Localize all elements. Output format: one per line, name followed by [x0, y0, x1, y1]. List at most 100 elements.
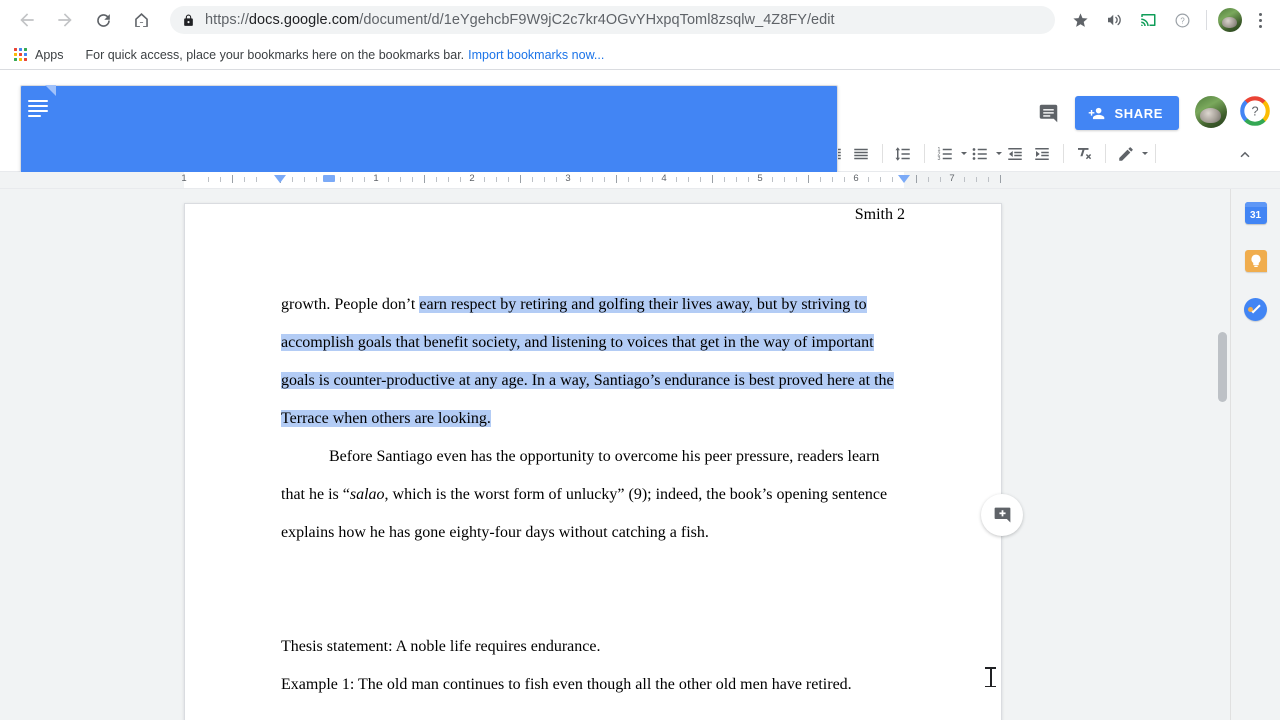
- numbered-list-button[interactable]: 1 2 3: [932, 140, 959, 167]
- ruler-number: 5: [757, 173, 763, 184]
- outline-example-1[interactable]: Example 1: The old man continues to fish…: [281, 666, 905, 704]
- right-indent-marker[interactable]: [898, 175, 910, 183]
- first-line-indent-marker[interactable]: [323, 175, 335, 182]
- decrease-indent-button[interactable]: [1002, 140, 1029, 167]
- address-bar[interactable]: https://docs.google.com/document/d/1eYge…: [170, 6, 1055, 34]
- increase-indent-button[interactable]: [1029, 140, 1056, 167]
- keep-bulb-icon: [1244, 250, 1267, 272]
- omnibox-row: https://docs.google.com/document/d/1eYge…: [0, 0, 1280, 40]
- document-page[interactable]: Smith 2 growth. People don’t earn respec…: [184, 203, 1002, 720]
- back-button[interactable]: [12, 5, 42, 35]
- apps-label[interactable]: Apps: [35, 48, 64, 62]
- media-controls-button[interactable]: [1100, 6, 1128, 34]
- paragraph2-line-2[interactable]: that he is “salao, which is the worst fo…: [281, 476, 905, 514]
- svg-text:?: ?: [1251, 104, 1258, 119]
- import-bookmarks-link[interactable]: Import bookmarks now...: [468, 48, 604, 62]
- paragraph-continuation[interactable]: growth. People don’t earn respect by ret…: [281, 286, 905, 324]
- url-text: https://docs.google.com/document/d/1eYge…: [205, 12, 835, 28]
- toolbar-divider: [881, 144, 883, 163]
- forward-button[interactable]: [50, 5, 80, 35]
- kebab-dot: [1258, 24, 1262, 28]
- scrollbar-thumb[interactable]: [1218, 332, 1227, 402]
- browser-chrome: https://docs.google.com/document/d/1eYge…: [0, 0, 1280, 70]
- left-indent-marker[interactable]: [274, 175, 286, 183]
- selected-text-line-3: goals is counter-productive at any age. …: [281, 372, 894, 389]
- selected-line-4-row[interactable]: Terrace when others are looking.: [281, 400, 905, 438]
- calendar-day: 31: [1249, 210, 1262, 221]
- line-spacing-button[interactable]: [890, 140, 917, 167]
- outline-thesis[interactable]: Thesis statement: A noble life requires …: [281, 628, 905, 666]
- toolbar-divider: [1154, 144, 1156, 163]
- header-actions: SHARE ?: [1031, 80, 1270, 136]
- share-label: SHARE: [1114, 105, 1163, 121]
- reload-button[interactable]: [88, 5, 118, 35]
- bookmark-star-button[interactable]: [1066, 6, 1094, 34]
- chrome-profile-avatar[interactable]: [1218, 8, 1242, 32]
- selected-line-3-row[interactable]: goals is counter-productive at any age. …: [281, 362, 905, 400]
- toolbar-divider: [923, 144, 925, 163]
- cast-button[interactable]: [1134, 6, 1162, 34]
- apps-grid-icon[interactable]: [14, 48, 27, 61]
- paragraph2-line-3[interactable]: explains how he has gone eighty-four day…: [281, 514, 905, 552]
- ruler-number: 7: [949, 173, 955, 184]
- bulleted-list-button[interactable]: [967, 140, 994, 167]
- toolbar-divider: [1062, 144, 1064, 163]
- ruler-number: 4: [661, 173, 667, 184]
- ruler-number: 3: [565, 173, 571, 184]
- share-button[interactable]: SHARE: [1075, 96, 1179, 130]
- account-avatar[interactable]: [1195, 96, 1227, 128]
- quote-open-text: that he is “: [281, 486, 350, 503]
- calendar-icon: 31: [1244, 202, 1267, 224]
- url-path: /document/d/1eYgehcbF9W9jC2c7kr4OGvYHxpq…: [359, 12, 835, 28]
- lock-icon: [182, 14, 195, 27]
- quote-rest-text: , which is the worst form of unlucky” (9…: [384, 486, 888, 503]
- numbered-list-icon: 1 2 3: [938, 147, 953, 162]
- hide-menus-button[interactable]: [1231, 140, 1258, 167]
- align-justify-button[interactable]: [848, 140, 875, 167]
- vertical-scrollbar[interactable]: [1215, 189, 1230, 720]
- help-circle-icon: ?: [1175, 13, 1189, 27]
- svg-text:?: ?: [1180, 16, 1185, 25]
- paragraph2-line-1[interactable]: Before Santiago even has the opportunity…: [281, 438, 905, 476]
- ruler-number: 1: [373, 173, 379, 184]
- comment-history-button[interactable]: [1031, 96, 1065, 130]
- clear-formatting-button[interactable]: [1071, 140, 1098, 167]
- document-ruler[interactable]: 1 1 2 3 4 5 6 7: [0, 172, 1280, 189]
- bulleted-list-control[interactable]: [967, 140, 1002, 167]
- ruler-number: 1: [181, 173, 187, 184]
- chrome-menu-button[interactable]: [1248, 12, 1272, 28]
- svg-text:3: 3: [938, 156, 941, 162]
- home-button[interactable]: [126, 5, 156, 35]
- bookmarks-bar: Apps For quick access, place your bookma…: [0, 40, 1280, 69]
- comment-plus-icon: [994, 507, 1010, 522]
- support-button[interactable]: ?: [1240, 96, 1270, 131]
- url-host: docs.google.com: [248, 12, 360, 28]
- google-calendar-app-button[interactable]: 31: [1244, 201, 1268, 225]
- page-header[interactable]: Smith 2: [281, 206, 905, 224]
- selected-text-line-2: accomplish goals that benefit society, a…: [281, 334, 874, 351]
- editing-mode-control[interactable]: [1113, 140, 1148, 167]
- ruler-number: 6: [853, 173, 859, 184]
- document-canvas[interactable]: Smith 2 growth. People don’t earn respec…: [0, 189, 1280, 720]
- google-tasks-app-button[interactable]: [1244, 297, 1268, 321]
- media-sound-icon: [1108, 14, 1121, 26]
- italic-term-salao: salao: [349, 486, 385, 503]
- selected-text-line-4: Terrace when others are looking.: [281, 410, 491, 427]
- google-keep-app-button[interactable]: [1244, 249, 1268, 273]
- help-circle-button[interactable]: ?: [1168, 6, 1196, 34]
- increase-indent-icon: [1035, 147, 1050, 160]
- document-body[interactable]: growth. People don’t earn respect by ret…: [281, 286, 905, 704]
- reload-icon: [96, 13, 110, 27]
- google-docs-app: John Smith File Edit View Insert Format: [0, 70, 1280, 720]
- add-comment-floating-button[interactable]: [981, 494, 1023, 536]
- selected-line-2-row[interactable]: accomplish goals that benefit society, a…: [281, 324, 905, 362]
- person-add-icon: [1089, 107, 1105, 119]
- toolbar-divider: [1104, 144, 1106, 163]
- text-before-selection: growth. People don’t: [281, 296, 420, 313]
- numbered-list-control[interactable]: 1 2 3: [932, 140, 967, 167]
- bulleted-list-icon: [973, 147, 988, 160]
- docs-header: John Smith File Edit View Insert Format: [0, 70, 1280, 720]
- pencil-icon: [1119, 146, 1134, 161]
- text-cursor-ibeam: [985, 667, 996, 687]
- editing-mode-button[interactable]: [1113, 140, 1140, 167]
